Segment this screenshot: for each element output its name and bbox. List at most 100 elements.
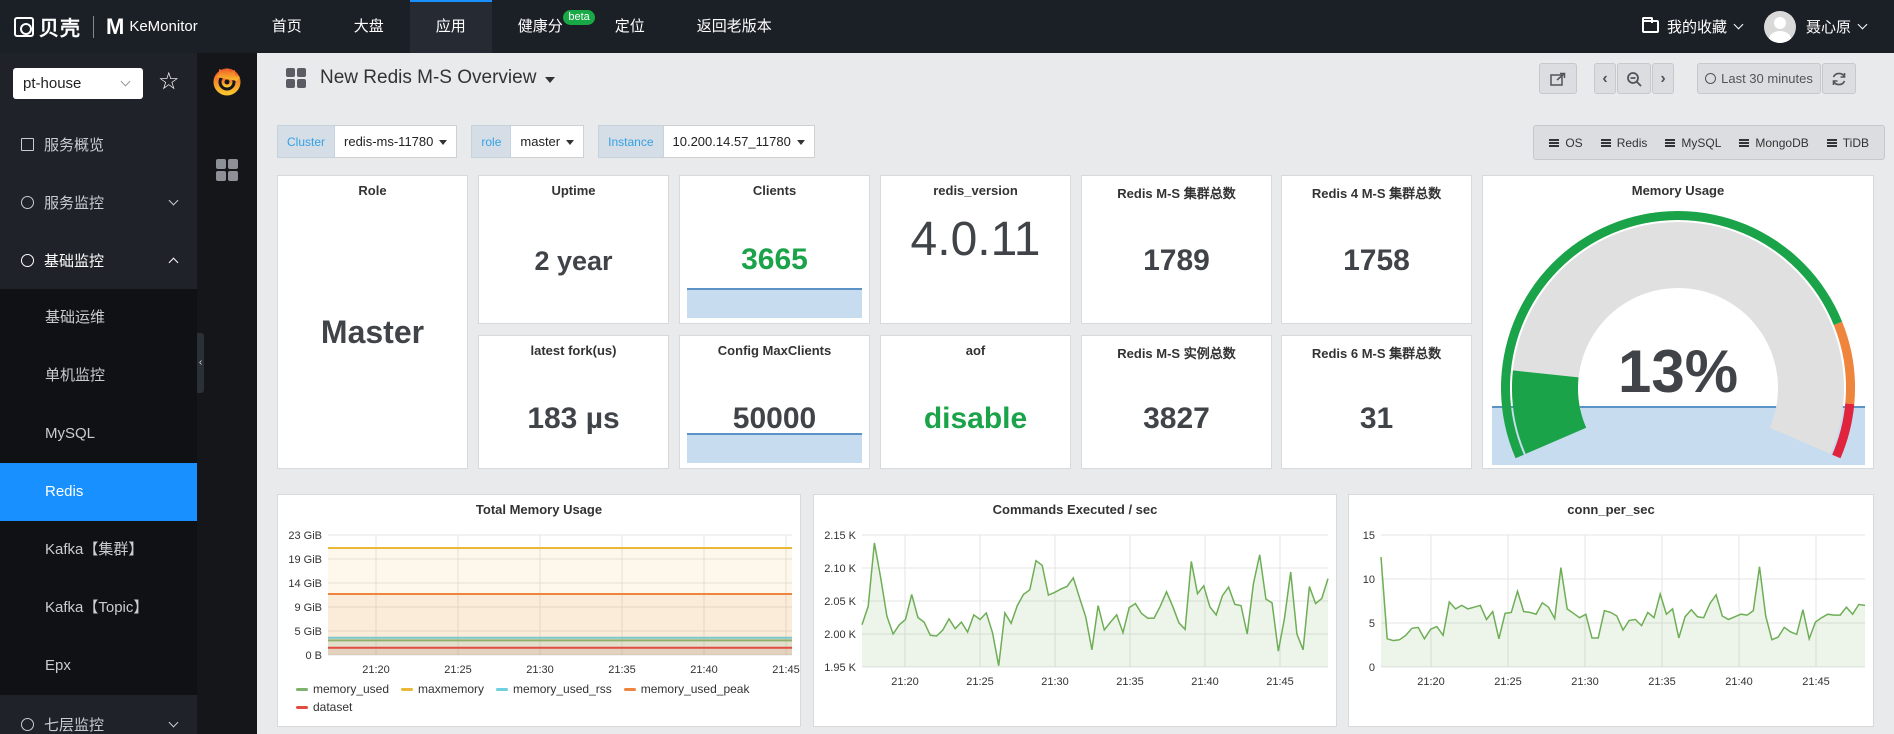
legend-item-maxmemory[interactable]: maxmemory <box>401 682 484 696</box>
link-tidb[interactable]: TiDB <box>1826 135 1869 150</box>
legend-item-memory-used-rss[interactable]: memory_used_rss <box>496 682 612 696</box>
link-label: OS <box>1565 135 1583 150</box>
nav-old-version[interactable]: 返回老版本 <box>671 0 798 53</box>
legend-swatch <box>496 687 509 691</box>
page-title: New Redis M-S Overview <box>320 67 537 88</box>
x-tick-label: 21:20 <box>891 676 919 688</box>
stat-value: Master <box>320 314 425 350</box>
bars-icon <box>1826 138 1837 147</box>
variable-instance-select[interactable]: 10.200.14.57_11780 <box>663 125 815 158</box>
sidebar-item-service-overview[interactable]: 服务概览 <box>0 115 197 173</box>
sidebar-subitem-kafka-cluster[interactable]: Kafka【集群】 <box>0 521 197 579</box>
panel-title: Redis 4 M-S 集群总数 <box>1311 186 1442 201</box>
variable-label: Cluster <box>277 125 336 158</box>
dashboard-picker[interactable]: New Redis M-S Overview <box>286 67 556 89</box>
sidebar-subitem-host[interactable]: 单机监控 <box>0 347 197 405</box>
stat-panel-redis-version[interactable]: redis_version 4.0.11 <box>880 175 1071 324</box>
graph-panel-commands-per-sec[interactable]: Commands Executed / sec 2.15 K 2.10 K 2.05… <box>813 494 1337 727</box>
memory-gauge: 13% <box>1492 211 1865 465</box>
stat-panel-aof[interactable]: aof disable <box>880 335 1071 469</box>
panel-title: Uptime <box>551 183 596 198</box>
project-select[interactable]: pt-house <box>13 68 143 99</box>
graph-panel-total-memory[interactable]: Total Memory Usage 23 GiB 19 GiB 14 GiB 9 G… <box>277 494 801 727</box>
sidebar-item-service-monitor[interactable]: 服务监控 <box>0 173 197 231</box>
stat-value: 1789 <box>1143 244 1210 277</box>
project-select-value: pt-house <box>23 75 82 92</box>
variable-role-select[interactable]: master <box>511 125 585 158</box>
share-button[interactable] <box>1539 63 1577 94</box>
legend-label: memory_used_peak <box>640 682 750 696</box>
sidebar-item-label: 服务概览 <box>44 136 105 154</box>
grafana-logo-icon[interactable] <box>211 65 243 97</box>
legend-swatch <box>296 687 308 691</box>
nav-locate[interactable]: 定位 <box>589 0 671 53</box>
dashboard-grid-icon <box>286 68 306 88</box>
link-label: TiDB <box>1842 135 1869 150</box>
legend-item-memory-used-peak[interactable]: memory_used_peak <box>623 682 750 696</box>
panel-title: latest fork(us) <box>530 343 617 358</box>
link-mysql[interactable]: MySQL <box>1665 136 1721 150</box>
stat-panel-r6-clusters[interactable]: Redis 6 M-S 集群总数 31 <box>1281 335 1472 469</box>
star-icon[interactable]: ☆ <box>158 70 180 94</box>
variable-cluster-select[interactable]: redis-ms-11780 <box>335 125 458 158</box>
avatar[interactable] <box>1763 10 1796 43</box>
chevron-down-icon[interactable] <box>1857 19 1868 30</box>
chevron-down-icon <box>168 717 179 728</box>
time-forward-button[interactable]: › <box>1652 63 1674 94</box>
sparkline <box>687 433 862 463</box>
link-redis[interactable]: Redis <box>1600 136 1647 150</box>
zoom-out-button[interactable] <box>1617 63 1651 94</box>
panel-title: Redis 6 M-S 集群总数 <box>1311 346 1442 361</box>
user-name[interactable]: 聂心原 <box>1806 16 1851 37</box>
sidebar-subitem-kafka-topic[interactable]: Kafka【Topic】 <box>0 579 197 637</box>
dashboard-main: New Redis M-S Overview ‹ › Last 30 minut… <box>257 53 1894 734</box>
link-os[interactable]: OS <box>1549 135 1583 150</box>
sidebar-subitem-mysql[interactable]: MySQL <box>0 405 197 463</box>
stat-panel-clients[interactable]: Clients 3665 <box>679 175 870 324</box>
panel-title: Total Memory Usage <box>475 502 603 517</box>
graph-panel-conn-per-sec[interactable]: conn_per_sec 15 10 5 0 21:20 21:25 21:30 21:35 2… <box>1348 494 1874 727</box>
collapse-sidebar-handle[interactable]: ‹ <box>197 333 204 393</box>
x-tick-label: 21:45 <box>1802 676 1830 688</box>
stat-panel-ms-instances[interactable]: Redis M-S 实例总数 3827 <box>1081 335 1272 469</box>
stat-panel-ms-clusters[interactable]: Redis M-S 集群总数 1789 <box>1081 175 1272 324</box>
x-tick-label: 21:20 <box>362 664 390 676</box>
link-mongodb[interactable]: MongoDB <box>1739 136 1809 150</box>
sidebar-item-label: 服务监控 <box>44 194 105 212</box>
brand-logo[interactable]: 贝壳 M KeMonitor <box>14 12 198 41</box>
time-back-button[interactable]: ‹ <box>1594 63 1616 94</box>
legend-swatch <box>401 687 414 691</box>
nav-home[interactable]: 首页 <box>246 0 328 53</box>
stat-value: 4.0.11 <box>910 213 1041 266</box>
panel-title: Clients <box>752 183 797 198</box>
logo-text: 贝壳 <box>39 18 81 40</box>
sidebar-subitem-epx[interactable]: Epx <box>0 637 197 695</box>
stat-panel-max-clients[interactable]: Config MaxClients 50000 <box>679 335 870 469</box>
variable-role: role master <box>471 125 585 158</box>
stat-panel-latest-fork[interactable]: latest fork(us) 183 µs <box>478 335 669 469</box>
x-tick-label: 21:30 <box>526 664 554 676</box>
refresh-button[interactable] <box>1822 63 1856 94</box>
gauge-panel-memory-usage[interactable]: Memory Usage 13% <box>1482 175 1874 469</box>
nav-app[interactable]: 应用 <box>409 0 492 53</box>
sidebar-item-l7-monitor[interactable]: 七层监控 <box>0 695 197 734</box>
share-icon <box>1550 72 1566 86</box>
chevron-down-icon <box>120 76 131 87</box>
nav-dashboard[interactable]: 大盘 <box>328 0 410 53</box>
series-area <box>328 647 792 655</box>
stat-panel-role[interactable]: Role Master <box>277 175 468 469</box>
stat-panel-r4-clusters[interactable]: Redis 4 M-S 集群总数 1758 <box>1281 175 1472 324</box>
time-range-picker[interactable]: Last 30 minutes <box>1697 63 1821 94</box>
legend-label: memory_used <box>313 682 390 696</box>
panel-title: Redis M-S 实例总数 <box>1117 346 1236 361</box>
legend-item-memory-used[interactable]: memory_used <box>296 682 389 696</box>
dashboards-icon[interactable] <box>216 159 238 181</box>
stat-panel-uptime[interactable]: Uptime 2 year <box>478 175 669 324</box>
variable-value: redis-ms-11780 <box>344 134 434 149</box>
sidebar-item-base-monitor[interactable]: 基础监控 <box>0 231 197 289</box>
sidebar-subitem-redis[interactable]: Redis <box>0 463 197 521</box>
nav-health-score[interactable]: 健康分 beta <box>492 0 595 53</box>
sidebar-subitem-ops[interactable]: 基础运维 <box>0 289 197 347</box>
legend-item-dataset[interactable]: dataset <box>296 700 352 714</box>
favorites-menu[interactable]: 我的收藏 <box>1641 16 1744 37</box>
